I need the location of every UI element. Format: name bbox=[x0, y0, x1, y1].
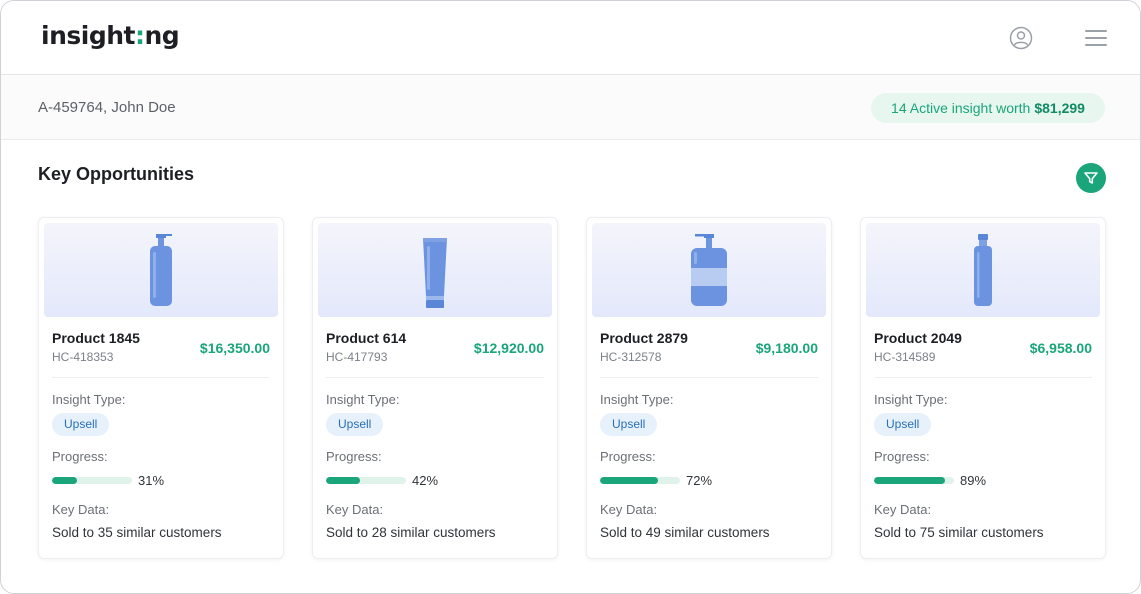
product-name: Product 2879 bbox=[600, 330, 688, 346]
insight-type-tag: Upsell bbox=[52, 413, 110, 436]
account-bar: A-459764, John Doe 14 Active insight wor… bbox=[1, 75, 1140, 140]
progress-bar-fill bbox=[874, 477, 946, 484]
product-image bbox=[866, 223, 1100, 317]
key-data-label: Key Data: bbox=[874, 502, 932, 517]
logo-text-end: ng bbox=[144, 21, 180, 50]
key-data-value: Sold to 35 similar customers bbox=[52, 525, 222, 540]
pump-bottle-icon bbox=[150, 234, 172, 306]
soap-dispenser-icon bbox=[691, 234, 727, 306]
app-window: insight:ng A-459764, John Doe 14 Active … bbox=[0, 0, 1141, 594]
product-sku: HC-417793 bbox=[326, 350, 388, 364]
product-name: Product 614 bbox=[326, 330, 407, 346]
progress-label: Progress: bbox=[600, 449, 656, 464]
logo-text-start: insight bbox=[41, 21, 135, 50]
product-sku: HC-418353 bbox=[52, 350, 114, 364]
insight-type-tag: Upsell bbox=[326, 413, 384, 436]
spray-bottle-icon bbox=[974, 234, 992, 306]
insight-type-label: Insight Type: bbox=[600, 392, 674, 407]
product-sku: HC-314589 bbox=[874, 350, 936, 364]
progress-percent: 89% bbox=[960, 473, 987, 488]
progress-bar bbox=[600, 477, 680, 484]
product-image bbox=[318, 223, 552, 317]
filter-icon bbox=[1084, 172, 1098, 184]
progress-bar-fill bbox=[52, 477, 77, 484]
progress-percent: 42% bbox=[412, 473, 439, 488]
active-insights-badge[interactable]: 14 Active insight worth $81,299 bbox=[871, 93, 1105, 123]
key-data-label: Key Data: bbox=[326, 502, 384, 517]
product-image bbox=[592, 223, 826, 317]
progress-label: Progress: bbox=[326, 449, 382, 464]
progress-label: Progress: bbox=[52, 449, 108, 464]
account-label: A-459764, John Doe bbox=[38, 99, 176, 116]
product-name: Product 2049 bbox=[874, 330, 962, 346]
key-data-value: Sold to 49 similar customers bbox=[600, 525, 770, 540]
progress-percent: 31% bbox=[138, 473, 165, 488]
progress-bar-fill bbox=[600, 477, 658, 484]
product-price: $9,180.00 bbox=[755, 340, 818, 356]
insight-type-tag: Upsell bbox=[600, 413, 658, 436]
card-divider bbox=[874, 377, 1092, 378]
hamburger-menu-icon[interactable] bbox=[1084, 28, 1108, 48]
key-data-value: Sold to 28 similar customers bbox=[326, 525, 496, 540]
progress-bar bbox=[874, 477, 954, 484]
product-price: $6,958.00 bbox=[1029, 340, 1092, 356]
insighting-logo[interactable]: insight:ng bbox=[41, 21, 180, 50]
product-sku: HC-312578 bbox=[600, 350, 662, 364]
section-title: Key Opportunities bbox=[38, 164, 195, 184]
top-header: insight:ng bbox=[1, 1, 1140, 75]
insight-type-label: Insight Type: bbox=[874, 392, 948, 407]
product-price: $12,920.00 bbox=[473, 340, 544, 356]
active-insights-value: $81,299 bbox=[1034, 100, 1085, 116]
card-divider bbox=[600, 377, 818, 378]
progress-label: Progress: bbox=[874, 449, 930, 464]
product-card[interactable]: Product 614 HC-417793 $12,920.00 Insight… bbox=[312, 217, 558, 559]
progress-percent: 72% bbox=[686, 473, 713, 488]
user-circle-icon[interactable] bbox=[1009, 26, 1033, 50]
insight-type-tag: Upsell bbox=[874, 413, 932, 436]
card-divider bbox=[52, 377, 270, 378]
progress-bar bbox=[52, 477, 132, 484]
insight-type-label: Insight Type: bbox=[52, 392, 126, 407]
opportunity-cards: Product 1845 HC-418353 $16,350.00 Insigh… bbox=[38, 217, 1108, 559]
key-data-label: Key Data: bbox=[600, 502, 658, 517]
product-card[interactable]: Product 1845 HC-418353 $16,350.00 Insigh… bbox=[38, 217, 284, 559]
active-insights-text: 14 Active insight worth bbox=[891, 100, 1031, 116]
card-divider bbox=[326, 377, 544, 378]
progress-bar-fill bbox=[326, 477, 360, 484]
tube-icon bbox=[423, 238, 447, 308]
product-card[interactable]: Product 2049 HC-314589 $6,958.00 Insight… bbox=[860, 217, 1106, 559]
filter-button[interactable] bbox=[1076, 163, 1106, 193]
key-data-value: Sold to 75 similar customers bbox=[874, 525, 1044, 540]
product-name: Product 1845 bbox=[52, 330, 140, 346]
insight-type-label: Insight Type: bbox=[326, 392, 400, 407]
product-image bbox=[44, 223, 278, 317]
product-card[interactable]: Product 2879 HC-312578 $9,180.00 Insight… bbox=[586, 217, 832, 559]
progress-bar bbox=[326, 477, 406, 484]
product-price: $16,350.00 bbox=[199, 340, 270, 356]
key-data-label: Key Data: bbox=[52, 502, 110, 517]
